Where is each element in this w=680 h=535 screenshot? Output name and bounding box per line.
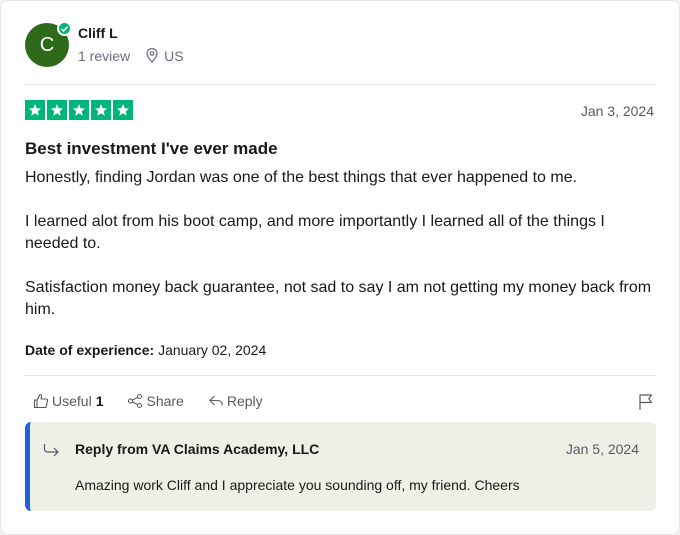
star-icon	[91, 100, 111, 120]
report-flag-button[interactable]	[638, 393, 654, 416]
useful-count: 1	[95, 393, 104, 409]
date-of-experience: Date of experience: January 02, 2024	[25, 342, 266, 358]
review-actions: Useful 1 Share Reply	[33, 393, 287, 409]
company-reply: Reply from VA Claims Academy, LLC Jan 5,…	[25, 422, 656, 511]
review-count: 1 review	[78, 47, 131, 64]
experience-date: January 02, 2024	[158, 342, 267, 358]
header-divider	[25, 84, 655, 85]
useful-button[interactable]: Useful 1	[33, 393, 103, 409]
star-rating	[25, 100, 135, 120]
location-pin-icon	[146, 48, 158, 63]
review-title[interactable]: Best investment I've ever made	[25, 139, 278, 159]
star-icon	[69, 100, 89, 120]
reply-label: Reply	[226, 393, 263, 409]
reply-arrow-icon	[209, 395, 223, 406]
reply-arrow-icon	[43, 444, 59, 457]
reply-text: Amazing work Cliff and I appreciate you …	[75, 477, 520, 493]
verified-check-icon	[57, 21, 72, 36]
avatar[interactable]: C	[25, 21, 72, 67]
star-icon	[25, 100, 45, 120]
star-icon	[113, 100, 133, 120]
share-button[interactable]: Share	[127, 393, 184, 409]
useful-label: Useful	[52, 393, 92, 409]
review-paragraph: I learned alot from his boot camp, and m…	[25, 213, 605, 252]
share-icon	[128, 393, 143, 409]
flag-icon	[639, 394, 653, 410]
review-paragraph: Honestly, finding Jordan was one of the …	[25, 169, 578, 186]
review-date: Jan 3, 2024	[580, 103, 654, 119]
share-label: Share	[146, 393, 184, 409]
actions-divider	[25, 375, 655, 376]
consumer-name[interactable]: Cliff L	[78, 24, 184, 42]
review-body: Honestly, finding Jordan was one of the …	[25, 167, 655, 343]
star-icon	[47, 100, 67, 120]
thumbs-up-icon	[33, 393, 49, 409]
consumer-location: US	[164, 47, 184, 64]
review-card: C Cliff L 1 review US Jan 3, 2024 Best i…	[0, 0, 680, 535]
review-paragraph: Satisfaction money back guarantee, not s…	[25, 279, 652, 318]
avatar-initial: C	[39, 33, 55, 56]
experience-label: Date of experience:	[25, 342, 155, 358]
reply-from: Reply from VA Claims Academy, LLC	[75, 441, 320, 457]
reply-date: Jan 5, 2024	[565, 441, 639, 457]
consumer-header: C Cliff L 1 review US	[25, 21, 184, 67]
reply-button[interactable]: Reply	[208, 393, 263, 409]
